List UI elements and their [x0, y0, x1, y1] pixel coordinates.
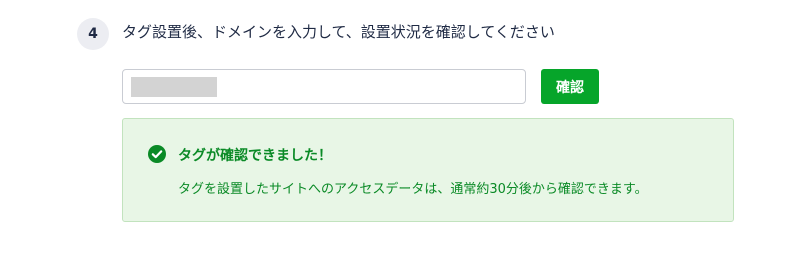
- success-panel: タグが確認できました！ タグを設置したサイトへのアクセスデータは、通常約30分後…: [122, 118, 734, 222]
- redacted-domain-value: [131, 76, 217, 97]
- success-title: タグが確認できました！: [178, 148, 332, 164]
- check-circle-icon: [148, 145, 166, 163]
- step-title: タグ設置後、ドメインを入力して、設置状況を確認してください: [122, 23, 555, 41]
- success-message: タグを設置したサイトへのアクセスデータは、通常約30分後から確認できます。: [178, 182, 648, 197]
- confirm-button[interactable]: 確認: [541, 69, 599, 104]
- step-number-badge: 4: [77, 18, 109, 50]
- domain-input[interactable]: [122, 69, 526, 104]
